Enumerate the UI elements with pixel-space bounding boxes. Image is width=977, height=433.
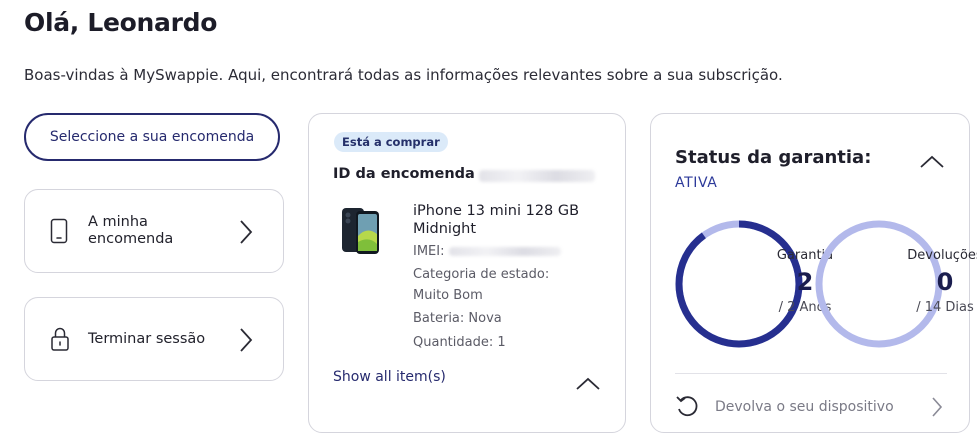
lock-icon [50, 326, 70, 356]
quantity-info: Quantidade: 1 [413, 335, 506, 350]
return-device-link[interactable]: Devolva o seu dispositivo [675, 394, 947, 418]
returns-gauge: Devoluções 0 / 14 Dias [813, 218, 977, 350]
undo-arrow-icon [675, 396, 701, 422]
condition-value: Muito Bom [413, 288, 483, 303]
welcome-text: Boas-vindas à MySwappie. Aqui, encontrar… [24, 66, 783, 84]
sidebar-item-my-order[interactable]: A minha encomenda [24, 189, 284, 273]
order-id-redacted [479, 170, 595, 182]
imei-label: IMEI: [413, 244, 445, 259]
battery-info: Bateria: Nova [413, 311, 502, 326]
imei-redacted [449, 247, 561, 256]
gauge-unit: / 14 Dias [916, 300, 974, 315]
show-all-items-link[interactable]: Show all item(s) [333, 369, 446, 385]
warranty-gauge: Garantia 2 / 2 Anos [673, 218, 833, 350]
warranty-card: Status da garantia: ATIVA Garantia 2 / 2… [650, 113, 977, 433]
condition-label: Categoria de estado: [413, 267, 550, 282]
chevron-right-icon [931, 396, 943, 422]
select-order-button[interactable]: Seleccione a sua encomenda [24, 113, 280, 161]
warranty-title: Status da garantia: [675, 147, 872, 168]
order-card: Está a comprar ID da encomenda iPhone 13… [308, 113, 626, 433]
order-id-label: ID da encomenda [333, 166, 475, 182]
phone-icon [50, 218, 68, 248]
chevron-right-icon [239, 219, 253, 249]
chevron-up-icon[interactable] [919, 154, 945, 173]
gauge-label: Devoluções [907, 248, 977, 263]
product-image [339, 206, 383, 260]
sidebar-item-logout[interactable]: Terminar sessão [24, 297, 284, 381]
chevron-up-icon[interactable] [575, 376, 601, 395]
status-badge: Está a comprar [334, 132, 448, 152]
sidebar-item-label: A minha encomenda [88, 214, 174, 247]
product-name: iPhone 13 mini 128 GB Midnight [413, 203, 580, 237]
warranty-status: ATIVA [675, 175, 718, 191]
sidebar-item-label: Terminar sessão [88, 331, 206, 347]
gauge-value: 0 [936, 268, 954, 296]
chevron-right-icon [239, 327, 253, 357]
page-title: Olá, Leonardo [24, 8, 218, 37]
divider [675, 373, 947, 374]
